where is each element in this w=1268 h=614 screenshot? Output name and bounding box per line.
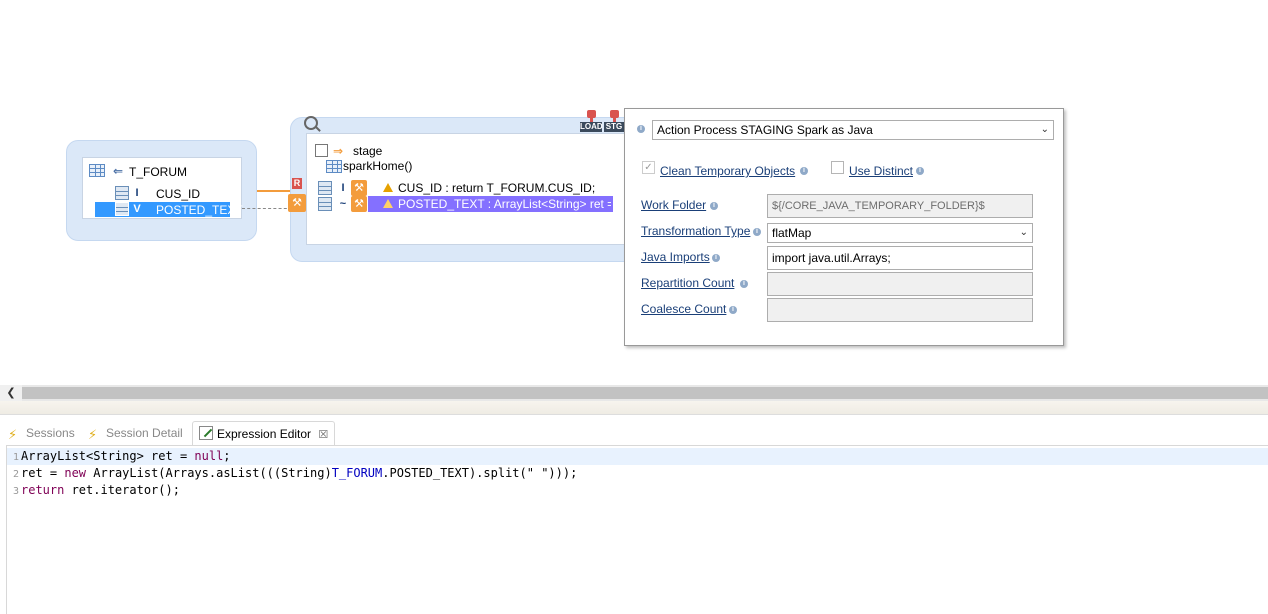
lightning-icon: ⚡ xyxy=(88,427,98,442)
arrow-right-icon: ⇒ xyxy=(333,144,344,158)
work-folder-label[interactable]: Work Folder xyxy=(641,197,706,213)
stg-label: STG xyxy=(604,122,624,132)
transformation-type-label[interactable]: Transformation Type xyxy=(641,223,750,239)
panel-splitter[interactable] xyxy=(0,401,1268,415)
source-column-row-selected[interactable]: V POSTED_TEXT xyxy=(95,202,243,217)
mapping-diagram[interactable]: ⇐ T_FORUM I CUS_ID V POSTED_TEXT ⇒ stage… xyxy=(0,0,1268,385)
tab-expression-editor[interactable]: Expression Editor ☒ xyxy=(192,421,336,445)
work-folder-field[interactable]: ${/CORE_JAVA_TEMPORARY_FOLDER}$ xyxy=(767,194,1033,218)
line-number: 2 xyxy=(12,469,19,480)
wrench-icon[interactable]: ⚒ xyxy=(288,194,306,212)
info-icon: i xyxy=(740,280,748,288)
scroll-left-button[interactable]: ❮ xyxy=(0,385,22,401)
action-process-value: Action Process STAGING Spark as Java xyxy=(657,123,873,137)
info-icon: i xyxy=(916,167,924,175)
stage-checkbox-icon[interactable] xyxy=(315,144,328,157)
close-icon[interactable]: ☒ xyxy=(318,429,328,441)
table-icon xyxy=(89,164,105,177)
info-icon: i xyxy=(729,306,737,314)
target-expression: POSTED_TEXT : ArrayList<String> ret =... xyxy=(398,197,611,211)
spark-home-label: sparkHome() xyxy=(343,159,413,173)
tab-label: Sessions xyxy=(26,426,75,440)
info-icon: i xyxy=(712,254,720,262)
warning-icon xyxy=(383,199,393,208)
column-icon xyxy=(115,186,129,200)
use-distinct-label[interactable]: Use Distinct xyxy=(849,163,913,179)
load-label: LOAD xyxy=(580,122,603,132)
stg-badge[interactable]: STG xyxy=(604,110,624,134)
transformation-type-value: flatMap xyxy=(772,226,812,240)
java-imports-label[interactable]: Java Imports xyxy=(641,249,710,265)
code-line[interactable]: 1 ArrayList<String> ret = null; xyxy=(7,448,1268,465)
clean-temp-checkbox[interactable]: ✓ xyxy=(642,161,655,174)
tab-label: Expression Editor xyxy=(217,427,312,441)
column-icon xyxy=(318,197,332,211)
mapping-link-line[interactable] xyxy=(257,190,293,192)
info-icon: i xyxy=(753,228,761,236)
wrench-icon[interactable]: ⚒ xyxy=(351,196,367,212)
chevron-down-icon: ⌄ xyxy=(1019,227,1028,238)
chevron-down-icon: ⌄ xyxy=(1040,124,1049,135)
column-type-tag: I xyxy=(341,182,345,194)
tab-label: Session Detail xyxy=(106,426,183,440)
column-type-tag: V xyxy=(133,203,141,215)
column-type-tag: ~ xyxy=(339,198,347,210)
repartition-count-label[interactable]: Repartition Count xyxy=(641,275,734,291)
code-line[interactable]: 2 ret = new ArrayList(Arrays.asList(((Str… xyxy=(7,465,1268,482)
load-badge[interactable]: LOAD xyxy=(580,110,603,134)
use-distinct-checkbox[interactable] xyxy=(831,161,844,174)
info-icon: i xyxy=(710,202,718,210)
mapping-link-dashed[interactable] xyxy=(242,208,292,209)
stage-label: stage xyxy=(353,144,383,158)
source-column-row[interactable]: I CUS_ID xyxy=(95,186,230,201)
info-icon: i xyxy=(800,167,808,175)
tab-session-detail[interactable]: ⚡ Session Detail xyxy=(82,421,189,445)
java-imports-field[interactable]: import java.util.Arrays; xyxy=(767,246,1033,270)
expression-editor[interactable]: 1 ArrayList<String> ret = null; 2 ret = ne… xyxy=(6,445,1268,614)
action-process-select[interactable]: Action Process STAGING Spark as Java ⌄ xyxy=(652,120,1054,140)
coalesce-count-field[interactable] xyxy=(767,298,1033,322)
warning-icon xyxy=(383,183,393,192)
scrollbar-thumb[interactable] xyxy=(22,387,1268,399)
table-icon xyxy=(326,160,342,173)
info-icon: i xyxy=(637,125,645,133)
diagram-horizontal-scrollbar[interactable]: ❮ xyxy=(0,385,1268,401)
column-type-tag: I xyxy=(135,187,139,199)
target-row-selected[interactable]: ~ ⚒ POSTED_TEXT : ArrayList<String> ret … xyxy=(318,196,613,212)
column-name: POSTED_TEXT xyxy=(156,203,243,217)
edit-document-icon xyxy=(199,426,213,440)
marker-badge: R xyxy=(292,178,302,189)
target-expression: CUS_ID : return T_FORUM.CUS_ID; xyxy=(398,181,596,195)
line-number: 3 xyxy=(12,486,19,497)
column-name: CUS_ID xyxy=(156,187,201,201)
code-line[interactable]: 3 return ret.iterator(); xyxy=(7,482,1268,499)
line-number: 1 xyxy=(12,452,19,463)
transformation-type-select[interactable]: flatMap ⌄ xyxy=(767,223,1033,243)
target-row[interactable]: I ⚒ CUS_ID : return T_FORUM.CUS_ID; xyxy=(318,180,613,196)
column-icon xyxy=(115,202,129,216)
clean-temp-label[interactable]: Clean Temporary Objects xyxy=(660,163,795,179)
lightning-icon: ⚡ xyxy=(8,427,18,442)
arrow-left-icon: ⇐ xyxy=(113,164,124,178)
repartition-count-field[interactable] xyxy=(767,272,1033,296)
column-icon xyxy=(318,181,332,195)
tab-sessions[interactable]: ⚡ Sessions xyxy=(2,421,81,445)
properties-popup[interactable]: i Action Process STAGING Spark as Java ⌄… xyxy=(624,108,1064,346)
coalesce-count-label[interactable]: Coalesce Count xyxy=(641,301,726,317)
wrench-icon[interactable]: ⚒ xyxy=(351,180,367,196)
source-table-name: T_FORUM xyxy=(129,165,187,179)
bottom-panel-tabs: ⚡ Sessions ⚡ Session Detail Expression Edi… xyxy=(0,415,1268,445)
